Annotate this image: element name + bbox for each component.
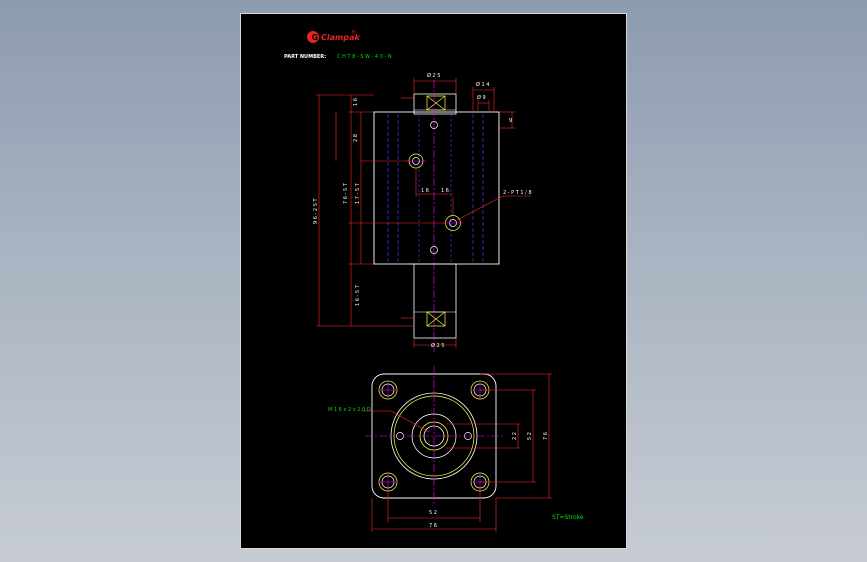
dim-side-dia-2: Ø 9 [477, 94, 486, 101]
stroke-note: ST=Stroke [552, 514, 584, 521]
dim-top-bore: Ø 2 5 [427, 72, 440, 79]
dim-right-52: 5 2 [527, 432, 533, 440]
dim-right-22: 2 2 [512, 432, 518, 440]
dim-right-76: 7 6 [543, 432, 549, 440]
svg-text:G: G [312, 33, 319, 42]
bottom-dimensions [361, 373, 552, 532]
brand-logo: G Clampak ® [307, 29, 360, 43]
dim-left-mid2: 1 7 - S T [355, 182, 361, 204]
technical-drawing: G Clampak ® PART NUMBER: C H T 8 - S W -… [284, 29, 584, 532]
dim-bottom-52: 5 2 [429, 510, 437, 516]
dim-bottom-bore: Ø 2 5 [431, 342, 444, 349]
bottom-view [365, 366, 503, 506]
dim-left-mid: 7 6 - S T [343, 182, 349, 204]
dim-left-28: 2 8 [353, 134, 359, 142]
dim-side-9: 9 [509, 118, 512, 124]
dim-left-lower: 1 6 - S T [355, 284, 361, 306]
part-number-label: PART NUMBER: [284, 54, 326, 60]
dim-port-callout: 2 - P T 1 / 8 [503, 190, 532, 196]
dim-port-right: 1 6 [441, 188, 449, 194]
drawing-sheet: G Clampak ® PART NUMBER: C H T 8 - S W -… [240, 13, 627, 549]
brand-registered: ® [351, 29, 356, 36]
part-number-value: C H T 8 - S W - 4 0 - N [337, 54, 392, 60]
dim-bottom-76: 7 6 [429, 523, 437, 529]
front-view [373, 80, 500, 352]
dim-port-left: 1 6 [421, 188, 429, 194]
dim-left-16: 1 6 [353, 98, 359, 106]
bottom-dimension-labels: M 1 6 x 2 x 2 0 D 5 2 7 6 2 2 5 2 7 6 [328, 407, 549, 529]
dim-left-overall: 9 6 - 2 S T [313, 198, 319, 224]
dim-side-dia-1: Ø 1 4 [476, 81, 489, 88]
dim-thread-callout: M 1 6 x 2 x 2 0 D [328, 407, 371, 413]
